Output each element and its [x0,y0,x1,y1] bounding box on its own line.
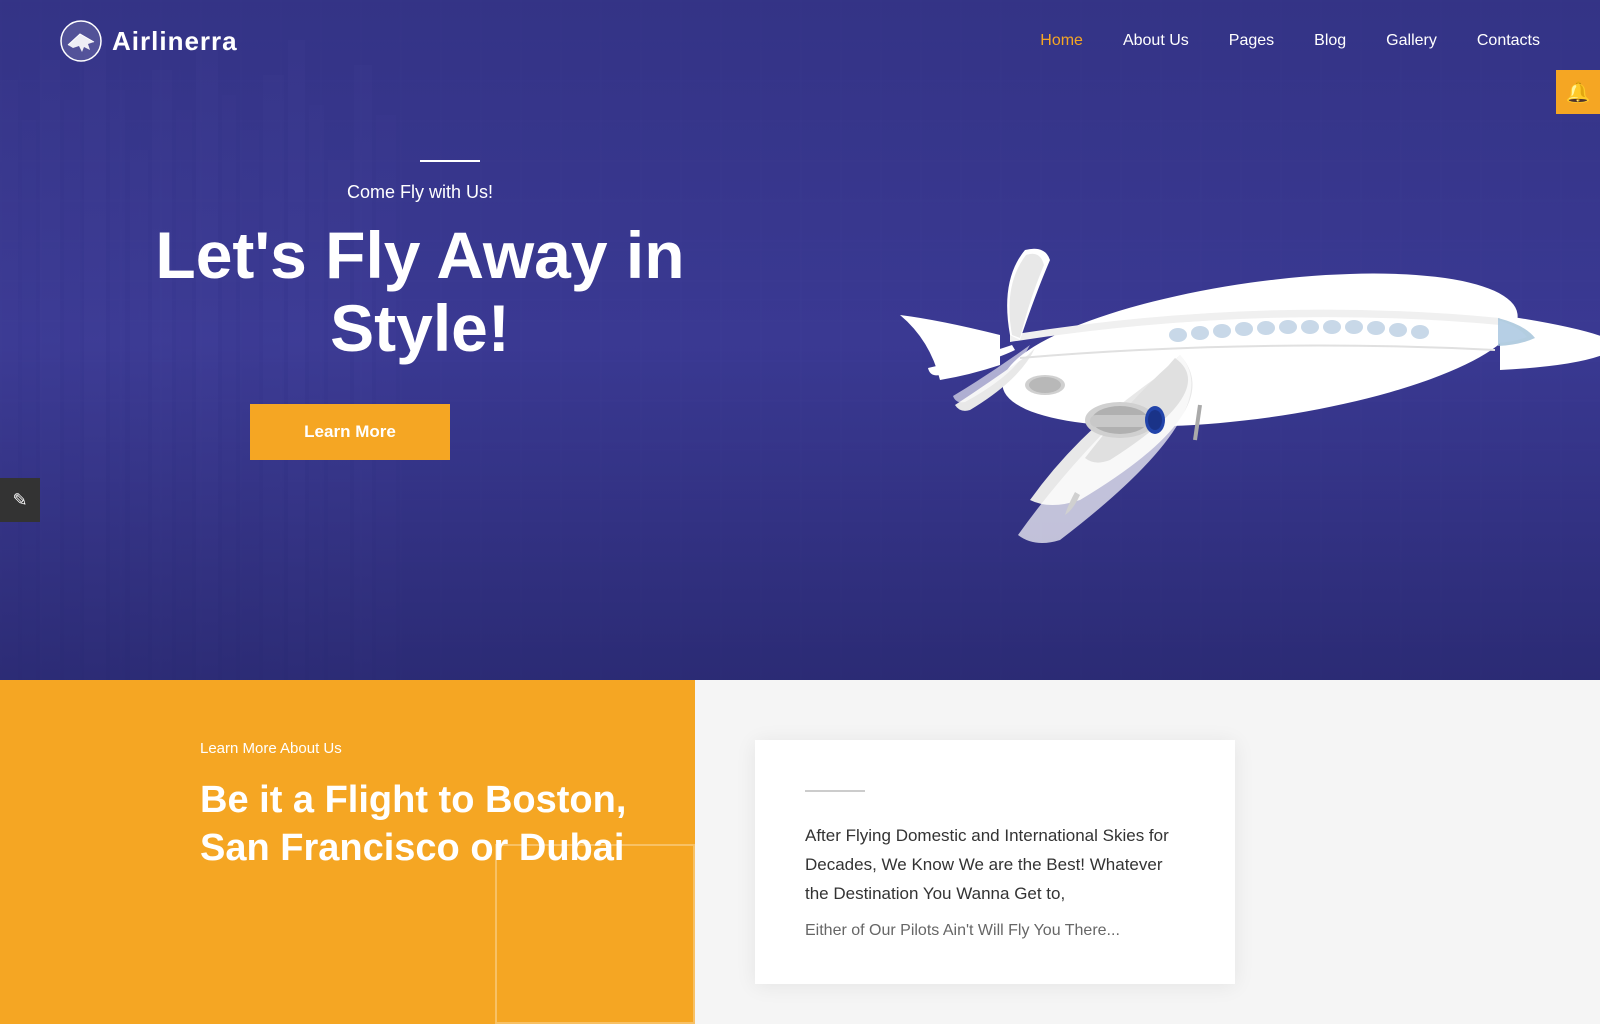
hero-title: Let's Fly Away inStyle! [140,219,700,364]
card-main-text: After Flying Domestic and International … [805,822,1185,909]
nav-home[interactable]: Home [1040,32,1083,50]
logo-icon [60,20,102,62]
bottom-left-panel: Learn More About Us Be it a Flight to Bo… [0,680,695,1024]
about-card: After Flying Domestic and International … [755,740,1235,984]
logo[interactable]: Airlinerra [60,20,238,62]
bottom-section: Learn More About Us Be it a Flight to Bo… [0,680,1600,1024]
airplane-image [880,120,1600,600]
card-secondary-text: Either of Our Pilots Ain't Will Fly You … [805,917,1185,944]
bell-icon: 🔔 [1566,80,1591,105]
nav-pages[interactable]: Pages [1229,32,1274,50]
learn-more-button[interactable]: Learn More [250,404,450,460]
card-divider [805,790,865,792]
main-nav: Home About Us Pages Blog Gallery Contact… [1040,32,1540,50]
nav-about[interactable]: About Us [1123,32,1189,50]
logo-text: Airlinerra [112,26,238,57]
hero-section: Airlinerra Home About Us Pages Blog Gall… [0,0,1600,680]
nav-gallery[interactable]: Gallery [1386,32,1437,50]
edit-button[interactable]: ✎ [0,478,40,522]
bottom-label: Learn More About Us [200,740,635,757]
airplane-svg [880,120,1600,600]
nav-blog[interactable]: Blog [1314,32,1346,50]
hero-subtitle: Come Fly with Us! [140,182,700,203]
nav-contacts[interactable]: Contacts [1477,32,1540,50]
decorative-border [495,844,695,1024]
bottom-right-panel: After Flying Domestic and International … [695,680,1600,1024]
hero-divider [420,160,480,162]
header: Airlinerra Home About Us Pages Blog Gall… [0,0,1600,82]
edit-icon: ✎ [12,490,27,511]
